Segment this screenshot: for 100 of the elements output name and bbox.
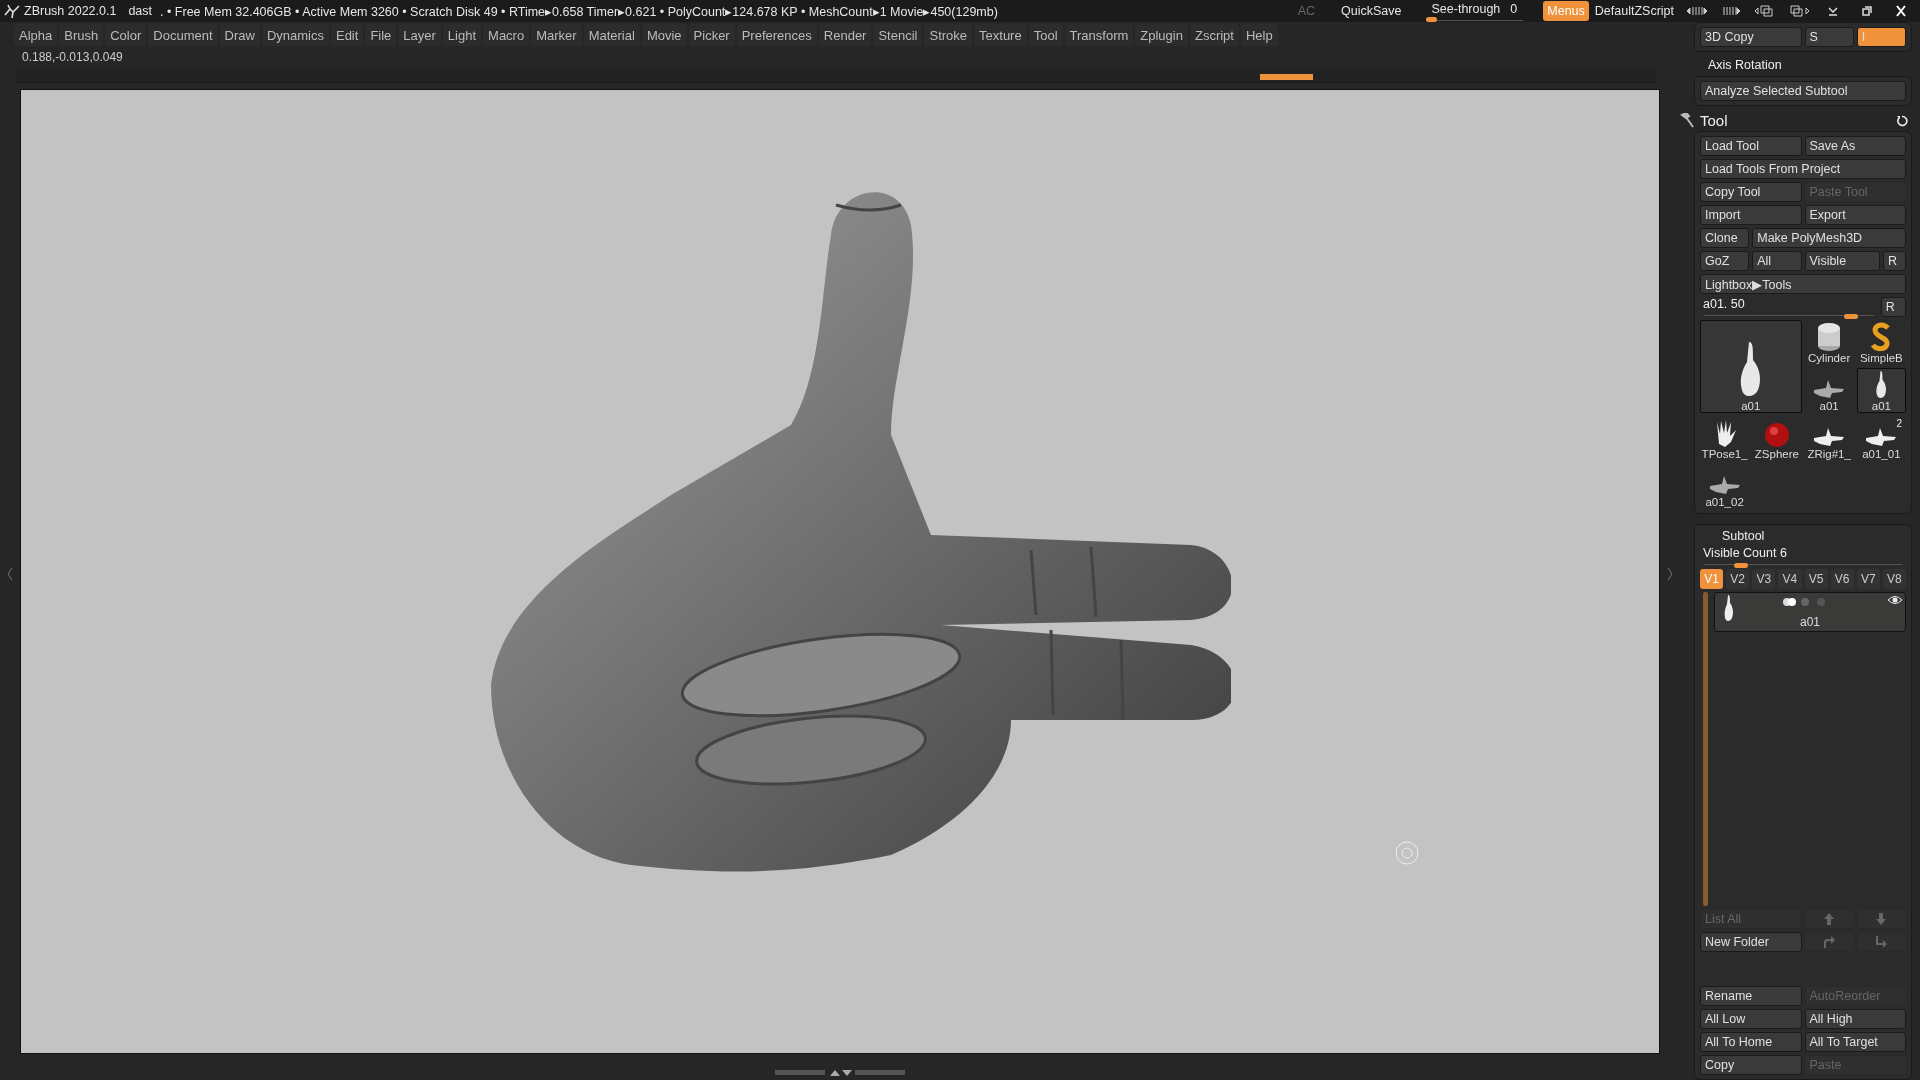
panel-button[interactable]: Rename — [1700, 986, 1802, 1006]
menu-item[interactable]: Brush — [59, 24, 104, 46]
visibility-set-tab[interactable]: V4 — [1778, 569, 1802, 589]
menu-item[interactable]: Light — [442, 24, 482, 46]
visibility-set-tab[interactable]: V6 — [1830, 569, 1854, 589]
windows-icon[interactable] — [1788, 4, 1810, 18]
panel-button[interactable]: All To Target — [1804, 1032, 1906, 1052]
subtool-title[interactable]: Subtool — [1700, 529, 1906, 543]
document-name: dast — [128, 4, 153, 18]
3d-copy-button[interactable]: 3D Copy — [1700, 27, 1802, 47]
timeline-track[interactable] — [16, 68, 1656, 83]
visibility-set-tab[interactable]: V7 — [1856, 569, 1880, 589]
app-logo-icon — [4, 3, 20, 19]
panel-button[interactable]: Export — [1804, 205, 1906, 225]
hand-icon — [1707, 474, 1742, 496]
panel-button[interactable]: Load Tool — [1700, 136, 1802, 156]
panel-button[interactable]: Clone — [1700, 228, 1750, 248]
panel-button[interactable]: Copy Tool — [1700, 182, 1802, 202]
coordinates-readout: 0.188,-0.013,0.049 — [21, 49, 124, 66]
axis-rotation-label: Axis Rotation — [1707, 57, 1783, 74]
menu-item[interactable]: Texture — [974, 24, 1027, 46]
menu-item[interactable]: Help — [1240, 24, 1278, 46]
menu-item[interactable]: Movie — [641, 24, 687, 46]
menu-item[interactable]: Stencil — [873, 24, 923, 46]
visibility-set-tab[interactable]: V3 — [1752, 569, 1776, 589]
panel-button[interactable]: Visible — [1804, 251, 1880, 271]
ac-label: AC — [1297, 4, 1316, 18]
analyze-subtool-button[interactable]: Analyze Selected Subtool — [1700, 81, 1906, 101]
menu-item[interactable]: Macro — [483, 24, 530, 46]
status-text: . • Free Mem 32.406GB • Active Mem 3260 • Scratch Disk 49 • RTime▸0.658 Timer▸0.621 • PolyCount▸124.678 KP • MeshCount▸1 Movie▸450(129mb) — [160, 3, 998, 19]
eye-icon[interactable] — [1887, 595, 1903, 605]
curved-arrow-icon — [1821, 934, 1838, 950]
thumbnail-label: Cylinder — [1808, 352, 1851, 364]
panel-button[interactable]: Copy — [1700, 1055, 1802, 1075]
menu-item[interactable]: Draw — [219, 24, 260, 46]
menu-item[interactable]: Zscript — [1189, 24, 1239, 46]
see-through-slider[interactable]: See-through 0 — [1425, 1, 1524, 21]
width-grow-icon[interactable] — [1720, 4, 1742, 18]
panel-button[interactable]: Import — [1700, 205, 1802, 225]
visibility-set-tab[interactable]: V5 — [1804, 569, 1828, 589]
hand-icon — [1723, 594, 1735, 622]
menu-item[interactable]: Edit — [330, 24, 364, 46]
menu-item[interactable]: Picker — [688, 24, 735, 46]
tool-palette-title[interactable]: Tool — [1700, 112, 1890, 129]
menu-item[interactable]: Layer — [398, 24, 441, 46]
timeline-marker[interactable] — [1260, 74, 1313, 80]
menu-item[interactable]: Dynamics — [261, 24, 329, 46]
panel-button[interactable]: New Folder — [1700, 932, 1802, 952]
panel-button[interactable]: Save As — [1804, 136, 1906, 156]
tool-thumbnail[interactable]: a01 — [1856, 368, 1906, 413]
s-field[interactable]: S — [1804, 27, 1854, 47]
panel-button[interactable]: All — [1752, 251, 1802, 271]
menu-item[interactable]: Alpha — [14, 24, 58, 46]
quicksave-button[interactable]: QuickSave — [1341, 4, 1402, 18]
menu-item[interactable]: Document — [148, 24, 218, 46]
panel-button[interactable]: Make PolyMesh3D — [1752, 228, 1906, 248]
menu-item[interactable]: Color — [105, 24, 147, 46]
tool-slider[interactable]: a01. 50 — [1700, 297, 1878, 317]
hammer-icon — [1680, 112, 1694, 129]
hand-icon — [1873, 370, 1889, 400]
menu-item[interactable]: Tool — [1028, 24, 1063, 46]
subtool-item[interactable]: a01 — [1714, 592, 1906, 632]
panel-button[interactable]: R — [1882, 251, 1906, 271]
hand-icon — [1812, 378, 1847, 400]
panel-button[interactable]: All High — [1804, 1009, 1906, 1029]
panel-button[interactable]: All Low — [1700, 1009, 1802, 1029]
panel-button[interactable]: GoZ — [1700, 251, 1750, 271]
reset-icon[interactable] — [1896, 114, 1908, 127]
menu-item[interactable]: Material — [583, 24, 640, 46]
tool-thumbnail[interactable]: a01 — [1700, 320, 1802, 413]
windows-icon[interactable] — [1754, 4, 1776, 18]
panel-button[interactable]: All To Home — [1700, 1032, 1802, 1052]
count-label: 2 — [1896, 418, 1902, 429]
app-title: ZBrush 2022.0.1 — [24, 4, 117, 18]
menu-item[interactable]: File — [365, 24, 397, 46]
reset-button[interactable]: R — [1880, 297, 1906, 317]
thumbnail-label: ZRig#1_ — [1807, 448, 1851, 460]
thumbnail-label: a01 — [1871, 400, 1891, 412]
cylinder-icon — [1816, 322, 1843, 352]
script-name[interactable]: DefaultZScript — [1594, 4, 1674, 18]
menu-item[interactable]: Stroke — [924, 24, 973, 46]
subtool-scrollbar[interactable] — [1703, 592, 1708, 906]
menu-item[interactable]: Marker — [531, 24, 582, 46]
menu-item[interactable]: Render — [818, 24, 872, 46]
thumbnail-label: TPose1_ — [1701, 448, 1748, 460]
thumbnail-label: a01 — [1819, 400, 1839, 412]
bottom-tray-handle-icon[interactable] — [775, 1067, 905, 1077]
brush-cursor-icon — [1394, 840, 1420, 866]
width-shrink-icon[interactable] — [1686, 4, 1708, 18]
menu-item[interactable]: Zplugin — [1135, 24, 1188, 46]
menu-item[interactable]: Transform — [1064, 24, 1134, 46]
viewport-canvas[interactable] — [20, 89, 1660, 1054]
panel-button[interactable]: Lightbox▶Tools — [1700, 274, 1906, 294]
visibility-set-tab[interactable]: V2 — [1726, 569, 1750, 589]
thumbnail-label: a01_02 — [1705, 496, 1744, 508]
menu-item[interactable]: Preferences — [736, 24, 817, 46]
visibility-set-tab[interactable]: V8 — [1882, 569, 1906, 589]
panel-button[interactable]: Load Tools From Project — [1700, 159, 1906, 179]
sphere-icon — [1763, 422, 1790, 448]
visible-count-slider[interactable]: Visible Count 6 — [1700, 546, 1906, 566]
